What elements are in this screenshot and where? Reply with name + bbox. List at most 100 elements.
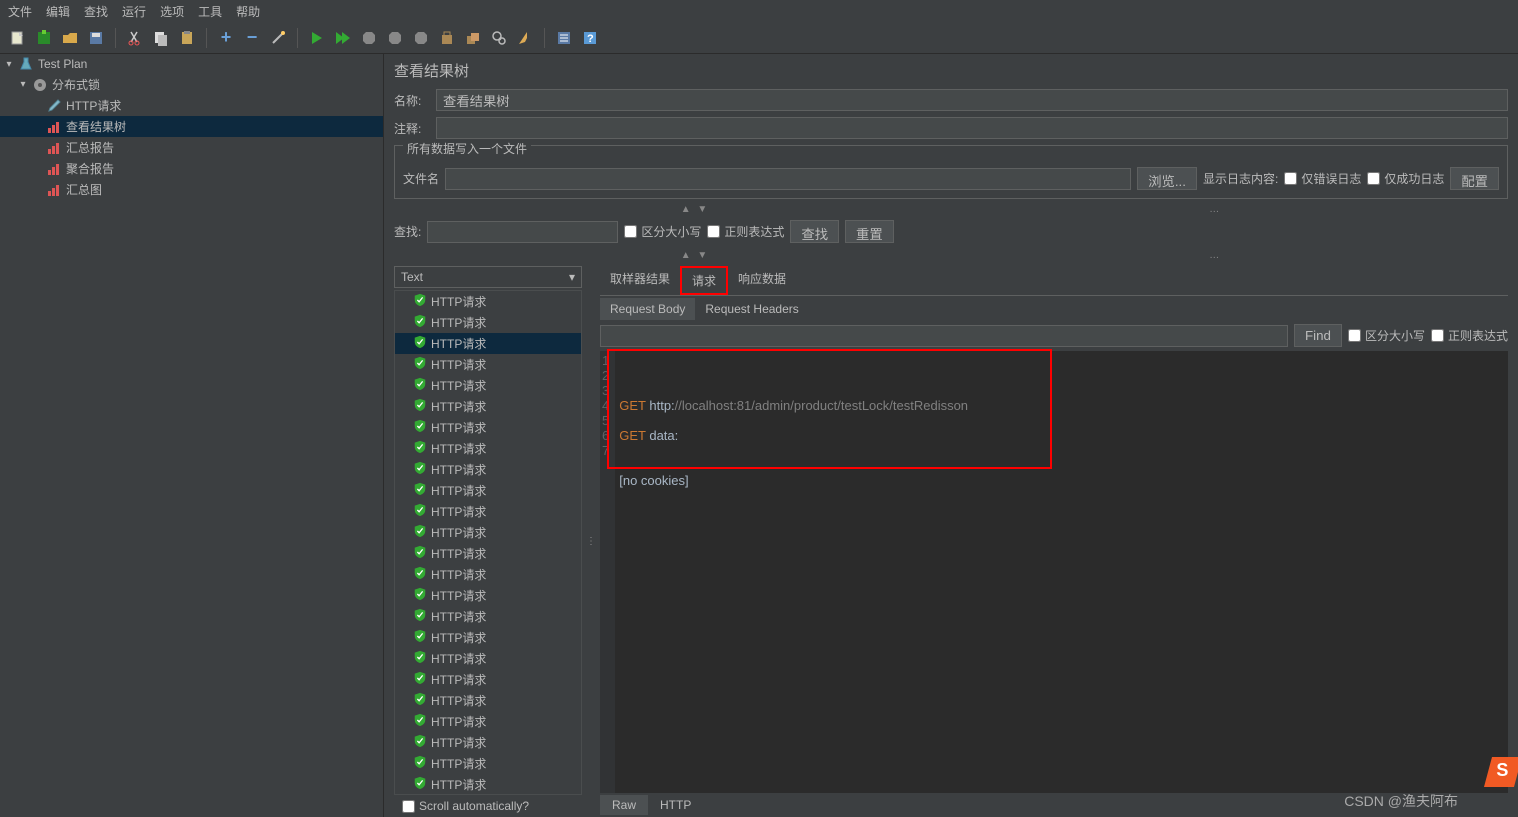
result-item[interactable]: HTTP请求 [395, 669, 581, 690]
templates-icon[interactable] [34, 28, 54, 48]
result-item[interactable]: HTTP请求 [395, 291, 581, 312]
copy-icon[interactable] [151, 28, 171, 48]
add-icon[interactable]: + [216, 28, 236, 48]
tab-2[interactable]: 响应数据 [728, 266, 796, 295]
result-item[interactable]: HTTP请求 [395, 564, 581, 585]
name-label: 名称: [394, 92, 430, 109]
cut-icon[interactable] [125, 28, 145, 48]
scroll-auto-checkbox[interactable]: Scroll automatically? [394, 795, 582, 817]
code-search-input[interactable] [600, 325, 1288, 347]
save-icon[interactable] [86, 28, 106, 48]
reset-button[interactable]: 重置 [845, 220, 894, 243]
wand-icon[interactable] [268, 28, 288, 48]
result-item[interactable]: HTTP请求 [395, 312, 581, 333]
tree-item[interactable]: 聚合报告 [0, 158, 383, 179]
result-item[interactable]: HTTP请求 [395, 438, 581, 459]
menu-工具[interactable]: 工具 [198, 3, 222, 20]
result-item[interactable]: HTTP请求 [395, 606, 581, 627]
new-icon[interactable] [8, 28, 28, 48]
renderer-combo[interactable]: Text ▾ [394, 266, 582, 288]
result-item[interactable]: HTTP请求 [395, 396, 581, 417]
help-icon[interactable]: ? [580, 28, 600, 48]
result-item[interactable]: HTTP请求 [395, 648, 581, 669]
result-item[interactable]: HTTP请求 [395, 459, 581, 480]
run-remote-icon[interactable] [333, 28, 353, 48]
paste-icon[interactable] [177, 28, 197, 48]
expand-bar[interactable]: ▲ ▼… [394, 203, 1508, 216]
result-item[interactable]: HTTP请求 [395, 417, 581, 438]
find-button[interactable]: 查找 [790, 220, 839, 243]
result-subtabs[interactable]: Request BodyRequest Headers [600, 298, 1508, 320]
bottom-tab-Raw[interactable]: Raw [600, 795, 648, 815]
result-tabs[interactable]: 取样器结果请求响应数据 [600, 266, 1508, 296]
bottom-tab-HTTP[interactable]: HTTP [648, 795, 703, 815]
success-icon [413, 608, 427, 625]
code-case-checkbox[interactable]: 区分大小写 [1348, 327, 1425, 344]
tree-item[interactable]: 查看结果树 [0, 116, 383, 137]
result-item[interactable]: HTTP请求 [395, 333, 581, 354]
tab-0[interactable]: 取样器结果 [600, 266, 680, 295]
tree-root[interactable]: ▾ Test Plan [0, 54, 383, 74]
function-icon[interactable] [554, 28, 574, 48]
expand-icon[interactable]: ▾ [4, 59, 14, 70]
menu-文件[interactable]: 文件 [8, 3, 32, 20]
run-icon[interactable] [307, 28, 327, 48]
menu-运行[interactable]: 运行 [122, 3, 146, 20]
result-item[interactable]: HTTP请求 [395, 627, 581, 648]
search-input[interactable] [427, 221, 618, 243]
clear-all-icon[interactable] [463, 28, 483, 48]
tab-1[interactable]: 请求 [680, 266, 728, 295]
shutdown-icon[interactable] [385, 28, 405, 48]
stop-icon[interactable] [359, 28, 379, 48]
result-item[interactable]: HTTP请求 [395, 354, 581, 375]
case-checkbox[interactable]: 区分大小写 [624, 223, 701, 240]
result-item[interactable]: HTTP请求 [395, 732, 581, 753]
menu-帮助[interactable]: 帮助 [236, 3, 260, 20]
subtab-1[interactable]: Request Headers [695, 298, 808, 320]
tree-item[interactable]: 汇总报告 [0, 137, 383, 158]
name-input[interactable] [436, 89, 1508, 111]
result-item[interactable]: HTTP请求 [395, 501, 581, 522]
menu-选项[interactable]: 选项 [160, 3, 184, 20]
comment-input[interactable] [436, 117, 1508, 139]
menu-编辑[interactable]: 编辑 [46, 3, 70, 20]
success-icon [413, 713, 427, 730]
code-area[interactable]: 1234567 GET http://localhost:81/admin/pr… [600, 351, 1508, 793]
open-icon[interactable] [60, 28, 80, 48]
result-item[interactable]: HTTP请求 [395, 522, 581, 543]
result-item[interactable]: HTTP请求 [395, 480, 581, 501]
expand-bar-2[interactable]: ▲ ▼… [394, 249, 1508, 262]
broom-icon[interactable] [515, 28, 535, 48]
code-regex-checkbox[interactable]: 正则表达式 [1431, 327, 1508, 344]
regex-checkbox[interactable]: 正则表达式 [707, 223, 784, 240]
menu-查找[interactable]: 查找 [84, 3, 108, 20]
test-plan-tree[interactable]: ▾ Test Plan ▾ 分布式锁 HTTP请求查看结果树汇总报告聚合报告汇总… [0, 54, 384, 817]
result-list[interactable]: HTTP请求HTTP请求HTTP请求HTTP请求HTTP请求HTTP请求HTTP… [394, 290, 582, 795]
subtab-0[interactable]: Request Body [600, 298, 695, 320]
remove-icon[interactable]: − [242, 28, 262, 48]
remote-stop-icon[interactable] [411, 28, 431, 48]
success-icon [413, 503, 427, 520]
search-icon[interactable] [489, 28, 509, 48]
success-icon [413, 692, 427, 709]
file-input[interactable] [445, 168, 1131, 190]
result-item[interactable]: HTTP请求 [395, 543, 581, 564]
tree-item[interactable]: 汇总图 [0, 179, 383, 200]
expand-icon[interactable]: ▾ [18, 79, 28, 90]
result-item[interactable]: HTTP请求 [395, 774, 581, 795]
browse-button[interactable]: 浏览... [1137, 167, 1197, 190]
tree-group[interactable]: ▾ 分布式锁 [0, 74, 383, 95]
success-only-checkbox[interactable]: 仅成功日志 [1367, 170, 1444, 187]
panel-title: 查看结果树 [394, 60, 1508, 81]
tree-item[interactable]: HTTP请求 [0, 95, 383, 116]
result-item[interactable]: HTTP请求 [395, 753, 581, 774]
result-item[interactable]: HTTP请求 [395, 690, 581, 711]
result-item[interactable]: HTTP请求 [395, 585, 581, 606]
result-item[interactable]: HTTP请求 [395, 375, 581, 396]
menubar[interactable]: 文件编辑查找运行选项工具帮助 [0, 0, 1518, 22]
error-only-checkbox[interactable]: 仅错误日志 [1284, 170, 1361, 187]
code-find-button[interactable]: Find [1294, 324, 1342, 347]
clear-icon[interactable] [437, 28, 457, 48]
config-button[interactable]: 配置 [1450, 167, 1499, 190]
result-item[interactable]: HTTP请求 [395, 711, 581, 732]
